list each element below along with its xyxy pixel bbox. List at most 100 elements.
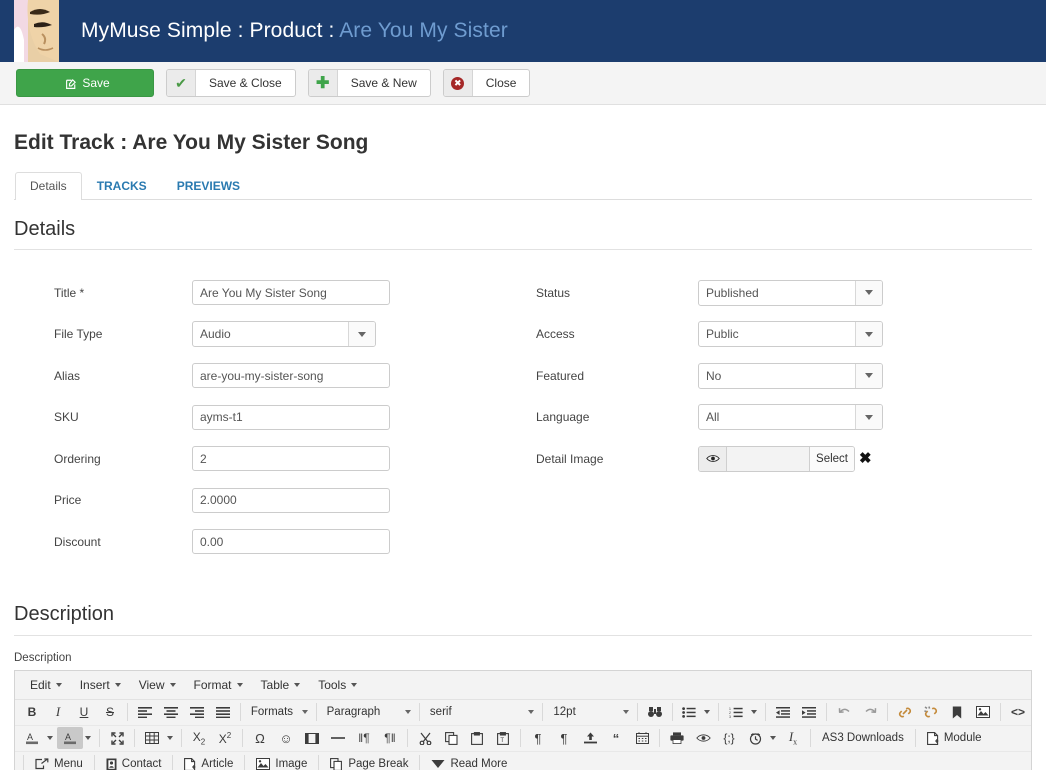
history-chevron-down-icon[interactable]	[770, 736, 776, 740]
bookmark-anchor-icon[interactable]	[944, 701, 970, 723]
insert-template-icon[interactable]	[577, 727, 603, 749]
print-icon[interactable]	[664, 727, 690, 749]
bullet-list-split[interactable]	[676, 701, 714, 723]
sku-input[interactable]	[192, 405, 390, 430]
contact-insert-button[interactable]: Contact	[99, 753, 169, 770]
discount-input[interactable]	[192, 529, 390, 554]
image-insert-button[interactable]: Image	[249, 753, 314, 770]
text-color-icon[interactable]: A	[19, 727, 45, 749]
background-color-chevron-down-icon[interactable]	[85, 736, 91, 740]
menu-edit[interactable]: Edit	[21, 674, 71, 696]
emoticon-icon[interactable]: ☺	[273, 727, 299, 749]
tab-details[interactable]: Details	[15, 172, 82, 200]
link-icon[interactable]	[892, 701, 918, 723]
insert-date-time-icon[interactable]	[629, 727, 655, 749]
ordering-input[interactable]	[192, 446, 390, 471]
horizontal-rule-icon[interactable]	[325, 727, 351, 749]
bullet-list-icon[interactable]	[676, 701, 702, 723]
background-color-icon[interactable]: A	[57, 727, 83, 749]
detail-image-input[interactable]	[727, 447, 809, 471]
preview-eye-icon[interactable]	[690, 727, 716, 749]
insert-code-sample-icon[interactable]: {;}	[716, 727, 742, 749]
file-type-select[interactable]: Audio	[192, 321, 376, 347]
formats-dropdown[interactable]: Formats	[245, 701, 312, 723]
numbered-list-split[interactable]: 123	[723, 701, 761, 723]
indent-icon[interactable]	[796, 701, 822, 723]
table-icon[interactable]	[139, 727, 165, 749]
search-replace-binoculars-icon[interactable]	[642, 701, 668, 723]
status-select[interactable]: Published	[698, 280, 883, 306]
save-and-close-button[interactable]: ✔ Save & Close	[166, 69, 296, 97]
price-input[interactable]	[192, 488, 390, 513]
featured-select[interactable]: No	[698, 363, 883, 389]
field-title: Title *	[14, 272, 523, 314]
tab-tracks[interactable]: TRACKS	[82, 172, 162, 200]
language-select[interactable]: All	[698, 404, 883, 430]
background-color-split[interactable]: A	[57, 727, 95, 749]
insert-media-icon[interactable]	[299, 727, 325, 749]
save-and-new-button[interactable]: ✚ Save & New	[308, 69, 431, 97]
read-more-insert-button[interactable]: Read More	[424, 753, 514, 770]
restore-draft-clock-icon[interactable]	[742, 727, 768, 749]
article-insert-button[interactable]: Article	[177, 753, 240, 770]
align-justify-icon[interactable]	[210, 701, 236, 723]
numbered-list-chevron-down-icon[interactable]	[751, 710, 757, 714]
clear-detail-image-icon[interactable]: ✖	[859, 447, 872, 471]
rtl-direction-icon[interactable]: ¶‖	[377, 727, 403, 749]
text-color-chevron-down-icon[interactable]	[47, 736, 53, 740]
paragraph-mark-icon[interactable]: ¶	[525, 727, 551, 749]
align-center-icon[interactable]	[158, 701, 184, 723]
menu-view[interactable]: View	[130, 674, 185, 696]
subscript-icon[interactable]: X2	[186, 727, 212, 749]
redo-icon[interactable]	[857, 701, 883, 723]
paste-as-text-icon[interactable]: T	[490, 727, 516, 749]
italic-icon[interactable]: I	[45, 701, 71, 723]
menu-insert-button[interactable]: Menu	[28, 753, 90, 770]
page-break-insert-button[interactable]: Page Break	[323, 753, 415, 770]
paste-icon[interactable]	[464, 727, 490, 749]
ltr-direction-icon[interactable]: ‖¶	[351, 727, 377, 749]
blockquote-icon[interactable]: “	[603, 727, 629, 749]
tab-previews[interactable]: PREVIEWS	[162, 172, 255, 200]
eye-icon[interactable]	[699, 447, 727, 471]
bullet-list-chevron-down-icon[interactable]	[704, 710, 710, 714]
fullscreen-icon[interactable]	[104, 727, 130, 749]
alias-input[interactable]	[192, 363, 390, 388]
paragraph-style-dropdown[interactable]: Paragraph	[321, 701, 415, 723]
superscript-icon[interactable]: X2	[212, 727, 238, 749]
title-input[interactable]	[192, 280, 390, 305]
cut-scissors-icon[interactable]	[412, 727, 438, 749]
align-left-icon[interactable]	[132, 701, 158, 723]
menu-table[interactable]: Table	[252, 674, 310, 696]
undo-icon[interactable]	[831, 701, 857, 723]
underline-icon[interactable]: U	[71, 701, 97, 723]
table-split[interactable]	[139, 727, 177, 749]
bold-icon[interactable]: B	[19, 701, 45, 723]
numbered-list-icon[interactable]: 123	[723, 701, 749, 723]
align-right-icon[interactable]	[184, 701, 210, 723]
table-chevron-down-icon[interactable]	[167, 736, 173, 740]
copy-icon[interactable]	[438, 727, 464, 749]
detail-image-select-button[interactable]: Select	[809, 447, 854, 471]
image-icon[interactable]	[970, 701, 996, 723]
history-split[interactable]	[742, 727, 780, 749]
unlink-icon[interactable]	[918, 701, 944, 723]
text-color-split[interactable]: A	[19, 727, 57, 749]
module-button[interactable]: Module	[920, 727, 989, 749]
close-button[interactable]: ✖ Close	[443, 69, 531, 97]
outdent-icon[interactable]	[770, 701, 796, 723]
source-code-icon[interactable]: <>	[1005, 701, 1031, 723]
menu-format[interactable]: Format	[185, 674, 252, 696]
show-invisible-characters-icon[interactable]: ¶	[551, 727, 577, 749]
font-size-dropdown[interactable]: 12pt	[547, 701, 632, 723]
save-button[interactable]: Save	[16, 69, 154, 97]
font-family-dropdown[interactable]: serif	[424, 701, 539, 723]
strikethrough-icon[interactable]: S	[97, 701, 123, 723]
menu-insert[interactable]: Insert	[71, 674, 130, 696]
read-more-chevron-icon	[431, 759, 445, 769]
menu-tools[interactable]: Tools	[309, 674, 366, 696]
clear-formatting-icon[interactable]: Ix	[780, 727, 806, 749]
special-character-icon[interactable]: Ω	[247, 727, 273, 749]
access-select[interactable]: Public	[698, 321, 883, 347]
as3-downloads-button[interactable]: AS3 Downloads	[815, 727, 911, 749]
